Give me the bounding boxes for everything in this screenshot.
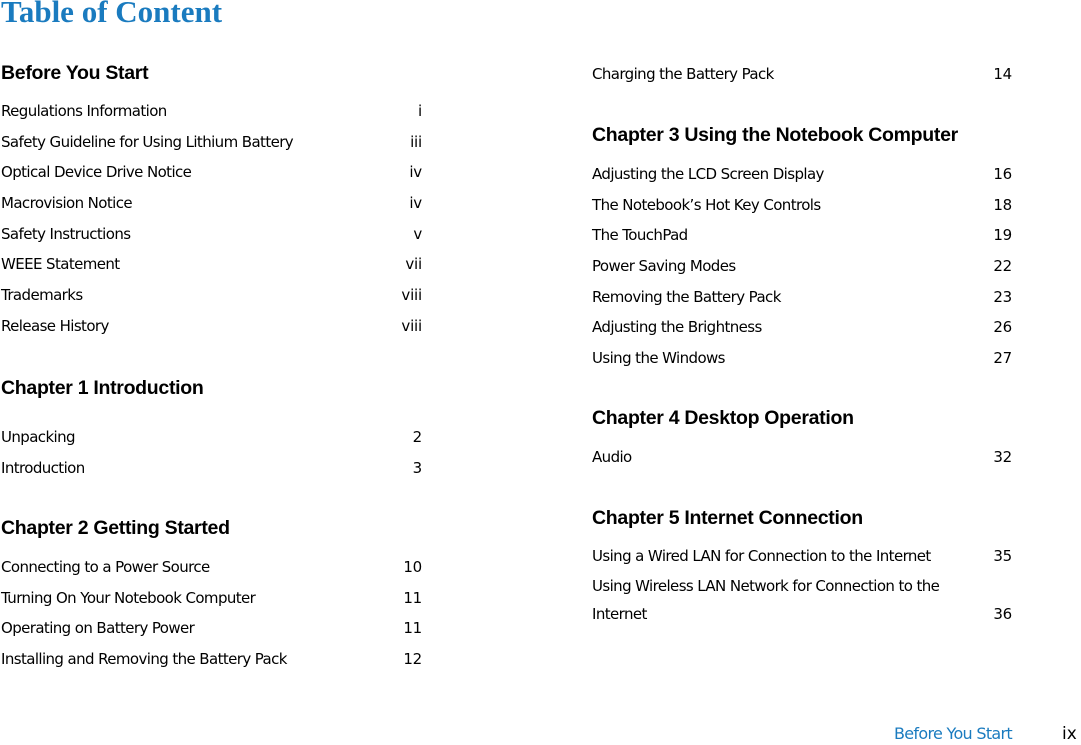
entry-page: 36 bbox=[993, 604, 1012, 623]
entry-page: 3 bbox=[412, 458, 423, 477]
entry-label: Connecting to a Power Source bbox=[1, 558, 210, 576]
entry-page: 16 bbox=[993, 165, 1012, 183]
toc-entry[interactable]: Operating on Battery Power 11 bbox=[1, 613, 422, 644]
entry-page: viii bbox=[401, 286, 422, 305]
toc-entry[interactable]: Using the Windows 27 bbox=[592, 343, 1012, 374]
entry-page: vii bbox=[405, 255, 422, 274]
entry-label: Using the Windows bbox=[592, 349, 726, 368]
entry-label: Adjusting the LCD Screen Display bbox=[592, 165, 824, 183]
toc-section-chapter-5: Chapter 5 Internet Connection Using a Wi… bbox=[592, 506, 1012, 628]
entry-page: 14 bbox=[993, 65, 1012, 83]
entry-page: 11 bbox=[403, 619, 422, 638]
entry-label: Trademarks bbox=[1, 286, 83, 305]
entry-page: iv bbox=[409, 163, 422, 182]
toc-entry[interactable]: Charging the Battery Pack 14 bbox=[592, 59, 1012, 90]
section-heading: Chapter 4 Desktop Operation bbox=[592, 407, 854, 429]
toc-section-before-you-start: Before You Start Regulations Information… bbox=[1, 61, 422, 342]
entry-page: 12 bbox=[403, 650, 422, 669]
toc-section-chapter-1: Chapter 1 Introduction Unpacking 2 Introd… bbox=[1, 376, 422, 483]
entry-label: Removing the Battery Pack bbox=[592, 287, 781, 306]
entry-label: Regulations Information bbox=[1, 102, 167, 120]
toc-entry[interactable]: Macrovision Notice iv bbox=[1, 188, 422, 219]
toc-entry[interactable]: Introduction 3 bbox=[1, 453, 422, 484]
entry-label: Charging the Battery Pack bbox=[592, 65, 774, 83]
entry-label: Using a Wired LAN for Connection to the … bbox=[592, 547, 931, 565]
entry-label: Adjusting the Brightness bbox=[592, 318, 762, 337]
entry-label: Macrovision Notice bbox=[1, 194, 133, 213]
entry-page: iii bbox=[410, 132, 422, 151]
entry-label: Using Wireless LAN Network for Connectio… bbox=[592, 576, 940, 623]
toc-entry[interactable]: Power Saving Modes 22 bbox=[592, 251, 1012, 282]
toc-entry[interactable]: Safety Guideline for Using Lithium Batte… bbox=[1, 127, 422, 158]
footer-page-number: ix bbox=[1062, 724, 1077, 744]
toc-entry[interactable]: Regulations Information i bbox=[1, 96, 422, 127]
entry-page: v bbox=[413, 224, 422, 243]
entry-page: 26 bbox=[993, 318, 1012, 337]
entry-label: Safety Guideline for Using Lithium Batte… bbox=[1, 132, 294, 151]
section-heading: Before You Start bbox=[1, 62, 149, 84]
toc-entry[interactable]: WEEE Statement vii bbox=[1, 249, 422, 280]
entry-page: i bbox=[418, 102, 422, 120]
entry-label: Safety Instructions bbox=[1, 224, 131, 243]
entry-label: Optical Device Drive Notice bbox=[1, 163, 192, 182]
page-title: Table of Content bbox=[1, 0, 223, 29]
entry-label: Audio bbox=[592, 448, 632, 466]
toc-entry[interactable]: Audio 32 bbox=[592, 442, 1012, 473]
toc-entry[interactable]: Removing the Battery Pack 23 bbox=[592, 282, 1012, 313]
toc-section-chapter-2-continued: Charging the Battery Pack 14 bbox=[592, 59, 1012, 90]
toc-entry[interactable]: Trademarks viii bbox=[1, 280, 422, 311]
entry-label: Power Saving Modes bbox=[592, 257, 736, 276]
footer-section-name: Before You Start bbox=[894, 724, 1013, 743]
entry-label: Turning On Your Notebook Computer bbox=[1, 588, 256, 607]
toc-entry[interactable]: Using a Wired LAN for Connection to the … bbox=[592, 541, 1012, 572]
entry-label: WEEE Statement bbox=[1, 255, 120, 274]
entry-label: Installing and Removing the Battery Pack bbox=[1, 650, 287, 669]
entry-page: 11 bbox=[403, 588, 422, 607]
toc-entry[interactable]: The TouchPad 19 bbox=[592, 220, 1012, 251]
entry-page: 23 bbox=[993, 287, 1012, 306]
entry-label: Operating on Battery Power bbox=[1, 619, 195, 638]
toc-entry[interactable]: Installing and Removing the Battery Pack… bbox=[1, 644, 422, 675]
entry-page: 22 bbox=[993, 257, 1012, 276]
entry-label: Introduction bbox=[1, 458, 85, 477]
entry-page: 27 bbox=[993, 349, 1012, 368]
entry-page: 19 bbox=[993, 226, 1012, 245]
section-heading: Chapter 1 Introduction bbox=[1, 377, 204, 399]
entry-label: Unpacking bbox=[1, 428, 76, 446]
toc-entry[interactable]: Adjusting the Brightness 26 bbox=[592, 312, 1012, 343]
section-heading: Chapter 3 Using the Notebook Computer bbox=[592, 124, 958, 146]
toc-entry[interactable]: Safety Instructions v bbox=[1, 219, 422, 250]
toc-entry[interactable]: Release History viii bbox=[1, 311, 422, 342]
entry-page: 35 bbox=[993, 547, 1012, 565]
toc-entry[interactable]: Adjusting the LCD Screen Display 16 bbox=[592, 159, 1012, 190]
toc-entry[interactable]: Unpacking 2 bbox=[1, 422, 422, 453]
toc-section-chapter-4: Chapter 4 Desktop Operation Audio 32 bbox=[592, 406, 1012, 473]
toc-entry[interactable]: The Notebook’s Hot Key Controls 18 bbox=[592, 190, 1012, 221]
section-heading: Chapter 2 Getting Started bbox=[1, 517, 230, 539]
entry-page: 2 bbox=[412, 428, 423, 446]
entry-label: The TouchPad bbox=[592, 226, 688, 245]
toc-section-chapter-2: Chapter 2 Getting Started Connecting to … bbox=[1, 516, 422, 675]
entry-label: The Notebook’s Hot Key Controls bbox=[592, 195, 821, 214]
toc-section-chapter-3: Chapter 3 Using the Notebook Computer Ad… bbox=[592, 123, 1012, 374]
entry-page: 18 bbox=[993, 195, 1012, 214]
toc-entry[interactable]: Optical Device Drive Notice iv bbox=[1, 157, 422, 188]
entry-page: 32 bbox=[993, 448, 1012, 466]
toc-entry[interactable]: Turning On Your Notebook Computer 11 bbox=[1, 583, 422, 614]
toc-entry[interactable]: Connecting to a Power Source 10 bbox=[1, 552, 422, 583]
entry-page: iv bbox=[409, 194, 422, 213]
toc-entry[interactable]: Using Wireless LAN Network for Connectio… bbox=[592, 572, 1012, 628]
section-heading: Chapter 5 Internet Connection bbox=[592, 507, 863, 529]
entry-label: Release History bbox=[1, 316, 109, 335]
entry-page: viii bbox=[401, 316, 422, 335]
entry-page: 10 bbox=[403, 558, 422, 576]
